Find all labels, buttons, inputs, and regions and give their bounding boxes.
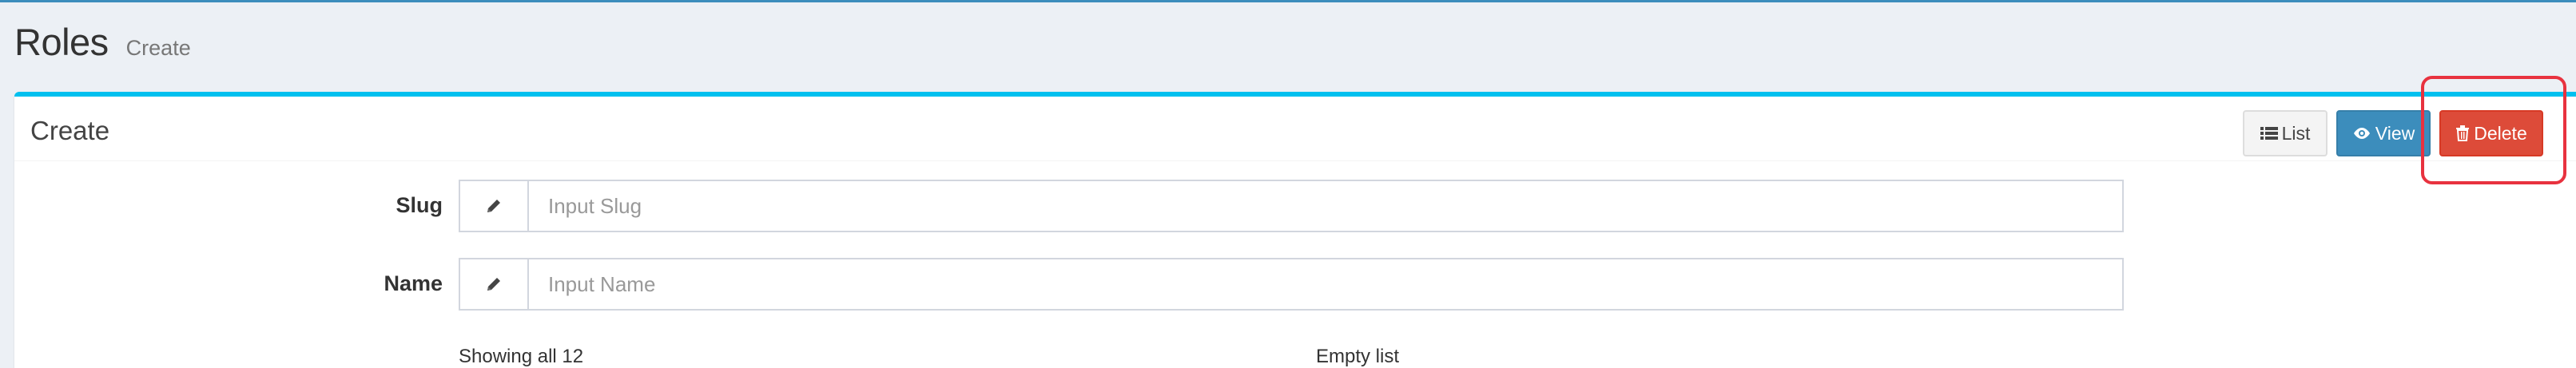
delete-button[interactable]: Delete (2439, 110, 2543, 156)
slug-row: Slug (14, 180, 2576, 232)
box-title: Create (30, 116, 110, 145)
trash-icon (2455, 125, 2470, 141)
view-button-label: View (2375, 122, 2415, 144)
content-header: Roles Create (14, 20, 191, 76)
slug-input-group (459, 180, 2124, 232)
slug-input[interactable] (529, 181, 2122, 231)
name-input-group (459, 258, 2124, 311)
page-subtitle: Create (125, 36, 191, 60)
box-header: Create List View Delete (14, 97, 2576, 161)
name-label: Name (384, 271, 443, 295)
page-title: Roles (14, 21, 109, 63)
slug-label: Slug (396, 193, 443, 217)
list-button-label: List (2281, 122, 2311, 144)
name-input[interactable] (529, 259, 2122, 309)
view-button[interactable]: View (2336, 110, 2431, 156)
selected-list-info: Empty list (1316, 346, 1400, 367)
name-row: Name (14, 258, 2576, 311)
pencil-icon (460, 259, 529, 309)
available-list-info: Showing all 12 (459, 346, 584, 367)
list-button[interactable]: List (2243, 110, 2328, 156)
create-box: Create List View Delete Slug Input Slug … (14, 92, 2576, 368)
eye-icon (2352, 127, 2371, 140)
pencil-icon (460, 181, 529, 231)
delete-button-label: Delete (2474, 122, 2527, 144)
list-icon (2260, 126, 2278, 140)
